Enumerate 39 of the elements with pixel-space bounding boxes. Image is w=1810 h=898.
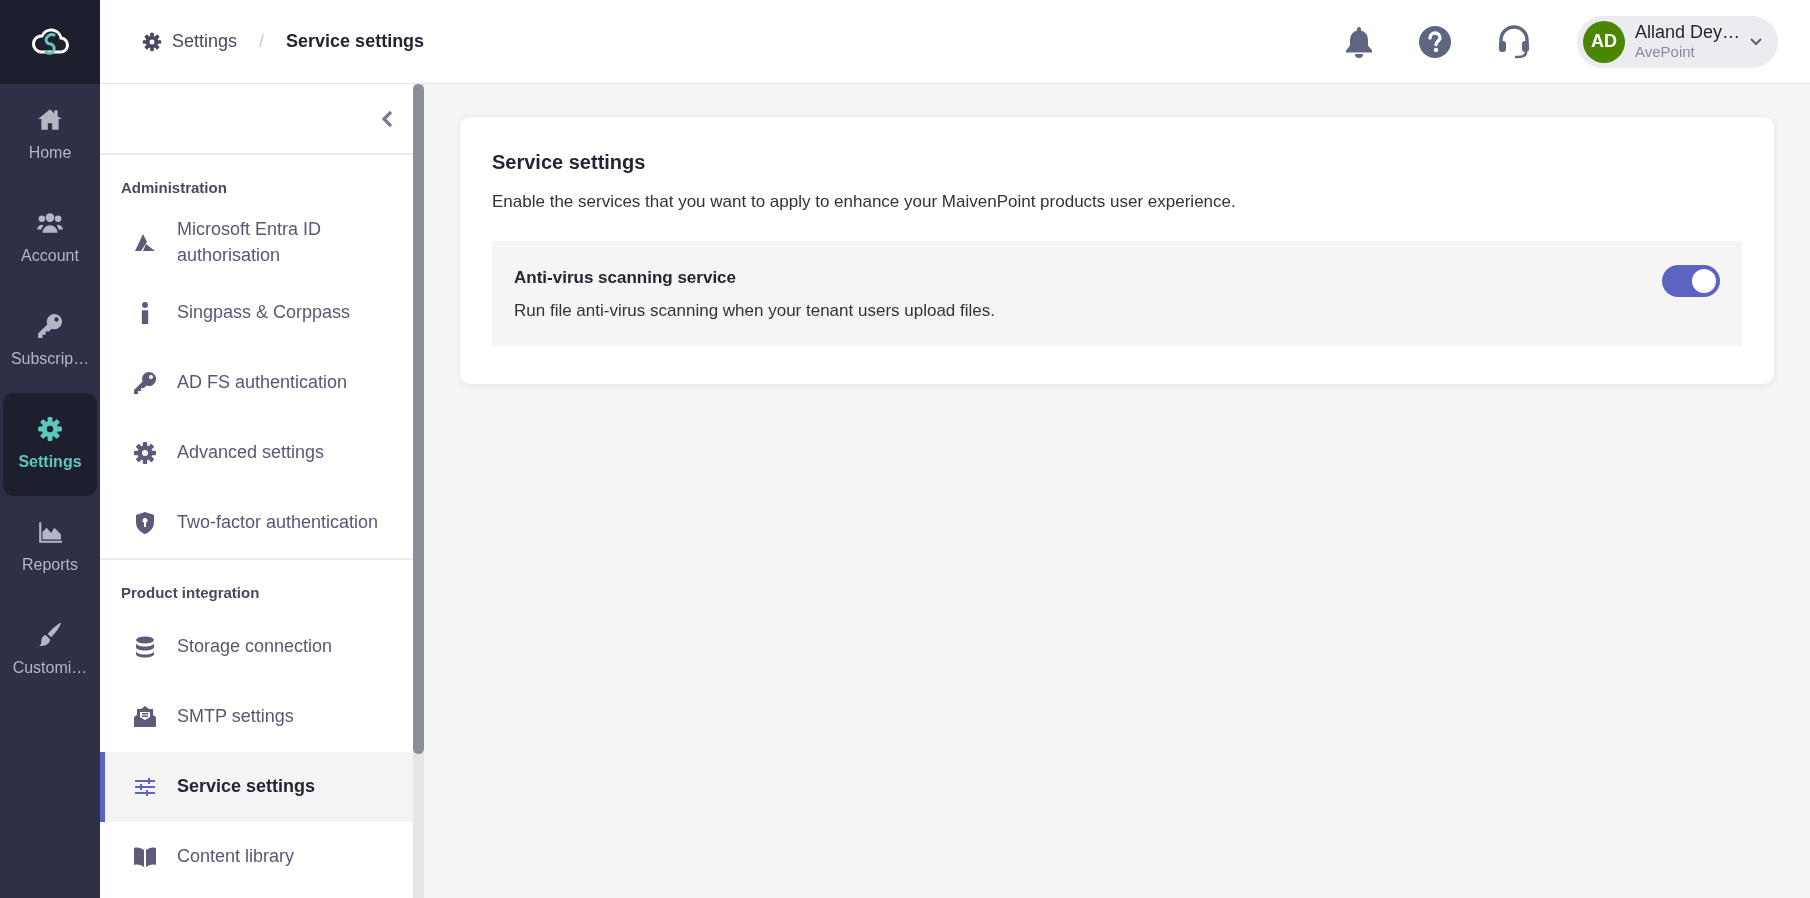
- rail-nav-item[interactable]: Settings: [3, 393, 97, 496]
- envelope-icon: [133, 705, 157, 729]
- info-icon: [141, 301, 149, 324]
- chevron-down-icon: [1750, 37, 1762, 46]
- database-icon: [133, 635, 157, 659]
- paintbrush-icon: [37, 621, 63, 648]
- rail-nav-item[interactable]: Account: [3, 187, 97, 290]
- key-icon: [37, 312, 63, 339]
- breadcrumb-link[interactable]: Service settings: [286, 28, 425, 55]
- help-icon[interactable]: [1418, 25, 1451, 58]
- rail-nav-item[interactable]: Subscrip…: [3, 290, 97, 393]
- sliders-icon: [133, 775, 157, 799]
- gear-icon: [142, 31, 162, 52]
- breadcrumb-separator: /: [259, 30, 265, 53]
- cloud-logo-icon[interactable]: [30, 26, 70, 58]
- rail-nav-item[interactable]: Home: [3, 84, 97, 187]
- rail-nav-item[interactable]: Customi…: [3, 599, 97, 702]
- shield-icon: [133, 510, 157, 535]
- notification-bell-icon[interactable]: [1344, 25, 1373, 58]
- service-description: Run file anti-virus scanning when your tenant users upload files.: [514, 300, 995, 322]
- collapse-chevron-icon[interactable]: [381, 109, 393, 128]
- section-heading: Administration: [120, 178, 228, 198]
- section-heading: Product integration: [120, 582, 261, 603]
- service-name: Anti-virus scanning service: [514, 266, 738, 289]
- sidebar-nav-item[interactable]: Service settings: [100, 752, 413, 822]
- gear-icon: [133, 440, 157, 465]
- headset-icon[interactable]: [1496, 24, 1531, 59]
- user-name: Alland Dey…: [1634, 21, 1740, 44]
- open-book-icon: [133, 845, 157, 869]
- breadcrumb-link[interactable]: Settings: [142, 28, 238, 55]
- rail-nav-item[interactable]: Reports: [3, 496, 97, 599]
- key-icon: [133, 370, 157, 395]
- scrollbar-thumb[interactable]: [413, 84, 424, 754]
- user-avatar: AD: [1582, 20, 1625, 63]
- card-title: Service settings: [492, 150, 647, 175]
- card-description: Enable the services that you want to apply to enhance your MaivenPoint products user experience.: [492, 191, 1237, 213]
- gear-icon: [37, 415, 63, 442]
- toggle-switch[interactable]: [1662, 264, 1720, 297]
- user-organization: AvePoint: [1634, 43, 1696, 62]
